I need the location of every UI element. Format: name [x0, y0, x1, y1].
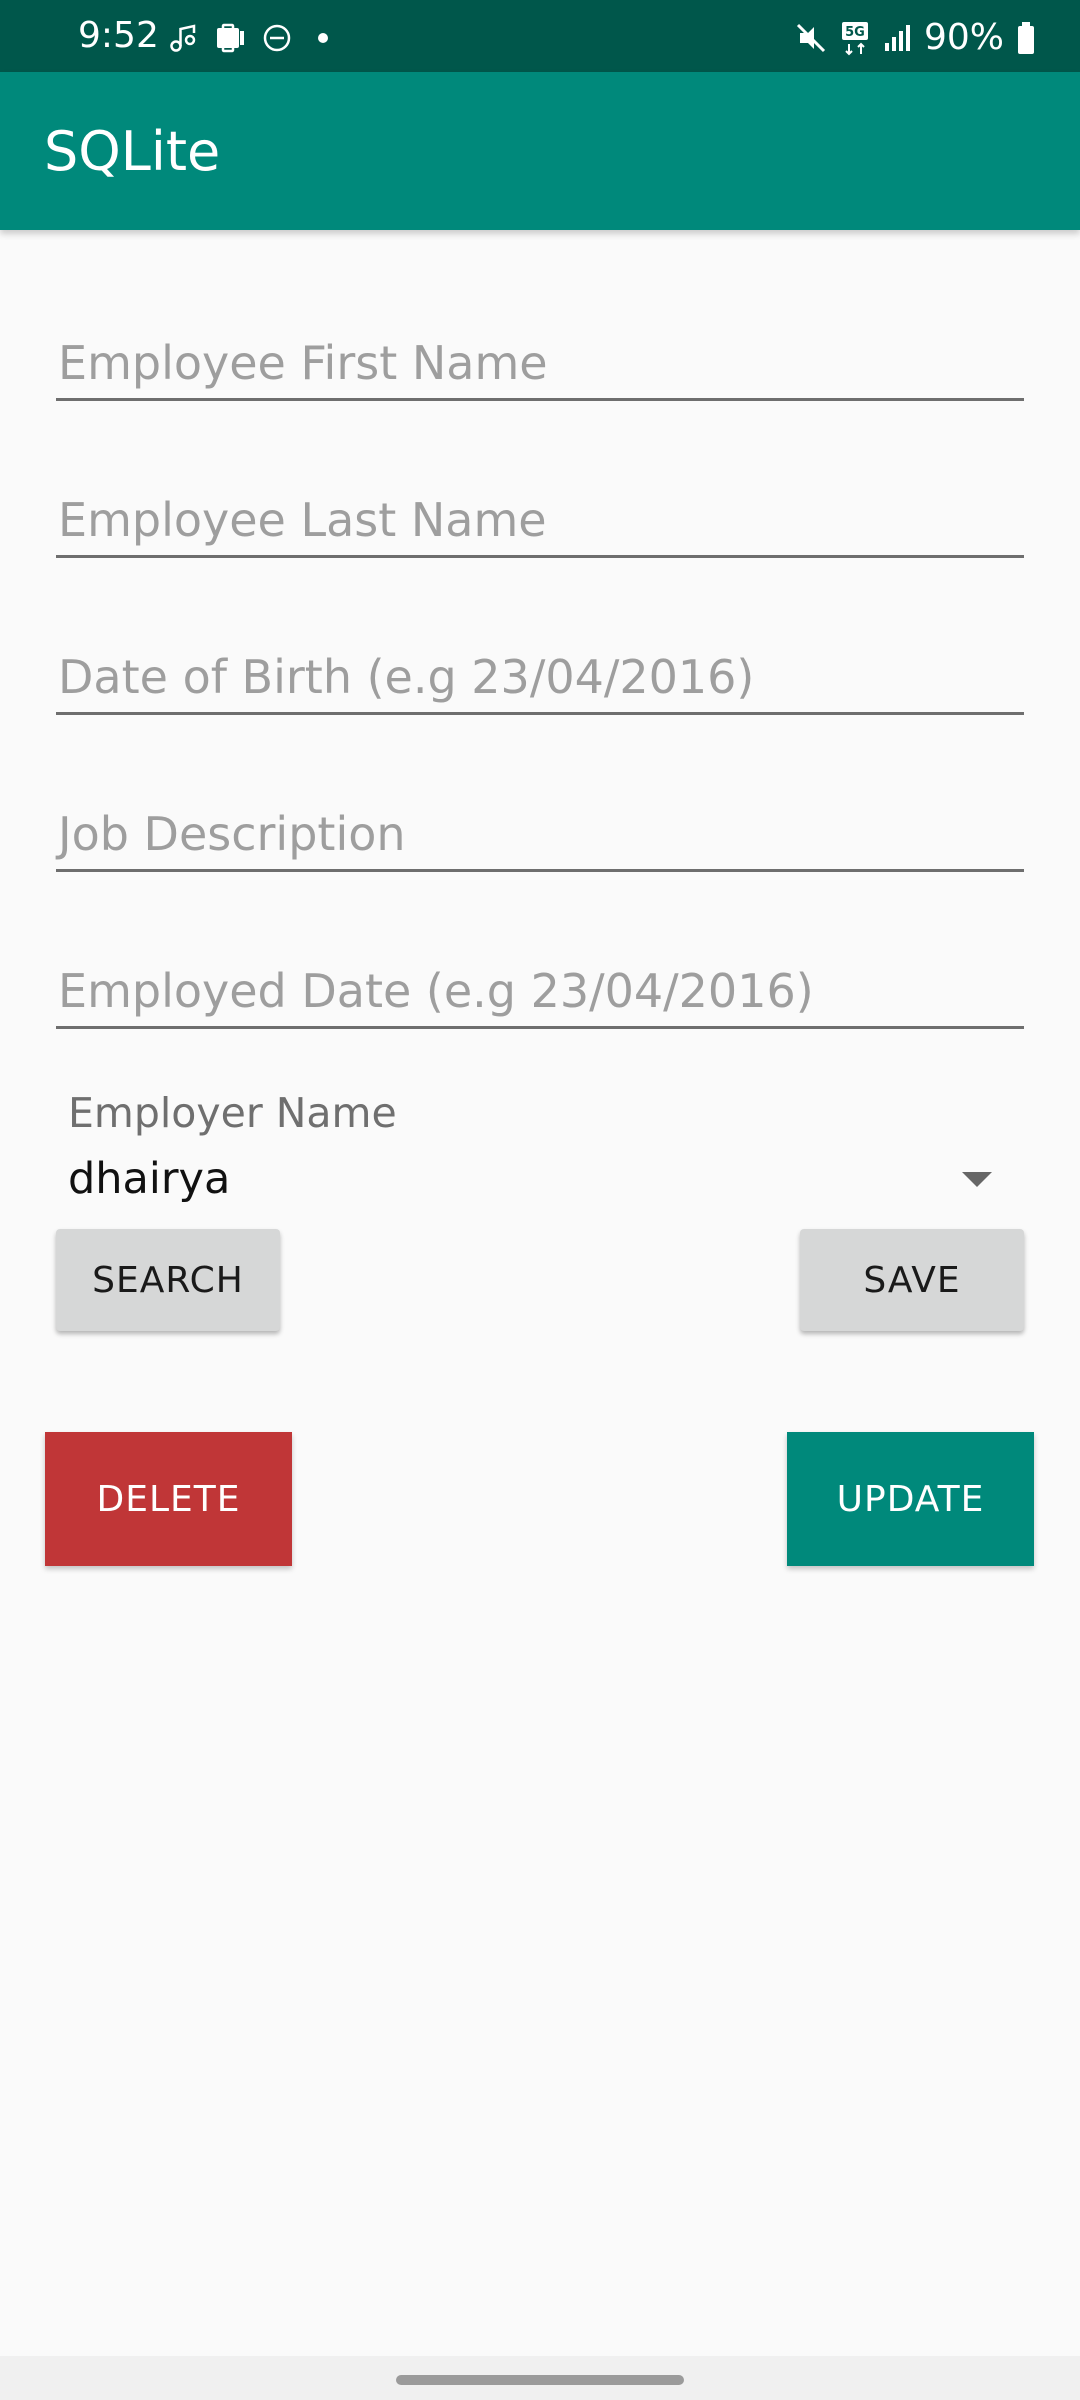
dropdown-arrow-icon: [962, 1172, 992, 1187]
navigation-bar: [0, 2356, 1080, 2400]
search-button[interactable]: SEARCH: [56, 1229, 280, 1331]
dob-field[interactable]: Date of Birth (e.g 23/04/2016): [56, 642, 1024, 715]
app-title: SQLite: [44, 120, 221, 183]
employed-date-placeholder: Employed Date (e.g 23/04/2016): [58, 964, 814, 1018]
delete-button[interactable]: DELETE: [45, 1432, 292, 1566]
last-name-placeholder: Employee Last Name: [58, 493, 547, 547]
employer-spinner[interactable]: dhairya: [56, 1150, 1024, 1208]
save-button[interactable]: SAVE: [800, 1229, 1024, 1331]
first-name-field[interactable]: Employee First Name: [56, 328, 1024, 401]
status-icons-left: [168, 22, 338, 54]
first-name-placeholder: Employee First Name: [58, 336, 548, 390]
employed-date-field[interactable]: Employed Date (e.g 23/04/2016): [56, 956, 1024, 1029]
status-time: 9:52: [78, 15, 159, 56]
update-button[interactable]: UPDATE: [787, 1432, 1034, 1566]
notification-dot-icon: [318, 33, 328, 43]
do-not-disturb-icon: [263, 24, 291, 52]
5g-icon: 5G: [841, 22, 868, 56]
job-description-placeholder: Job Description: [58, 807, 406, 861]
employer-name-label: Employer Name: [68, 1089, 397, 1137]
battery-percentage: 90%: [923, 17, 1004, 58]
job-description-field[interactable]: Job Description: [56, 799, 1024, 872]
employer-selected-value: dhairya: [68, 1154, 231, 1204]
dob-placeholder: Date of Birth (e.g 23/04/2016): [58, 650, 755, 704]
battery-icon: [1018, 22, 1034, 54]
signal-icon: [884, 25, 910, 51]
status-bar: 9:52 5G 90%: [0, 0, 1080, 72]
music-note-icon: [170, 24, 196, 52]
status-icons-right: 5G 90%: [794, 18, 1036, 58]
home-indicator[interactable]: [396, 2375, 684, 2385]
app-bar: SQLite: [0, 72, 1080, 230]
mute-icon: [796, 23, 826, 53]
device-icon: [217, 23, 244, 53]
svg-text:5G: 5G: [845, 25, 865, 40]
last-name-field[interactable]: Employee Last Name: [56, 485, 1024, 558]
